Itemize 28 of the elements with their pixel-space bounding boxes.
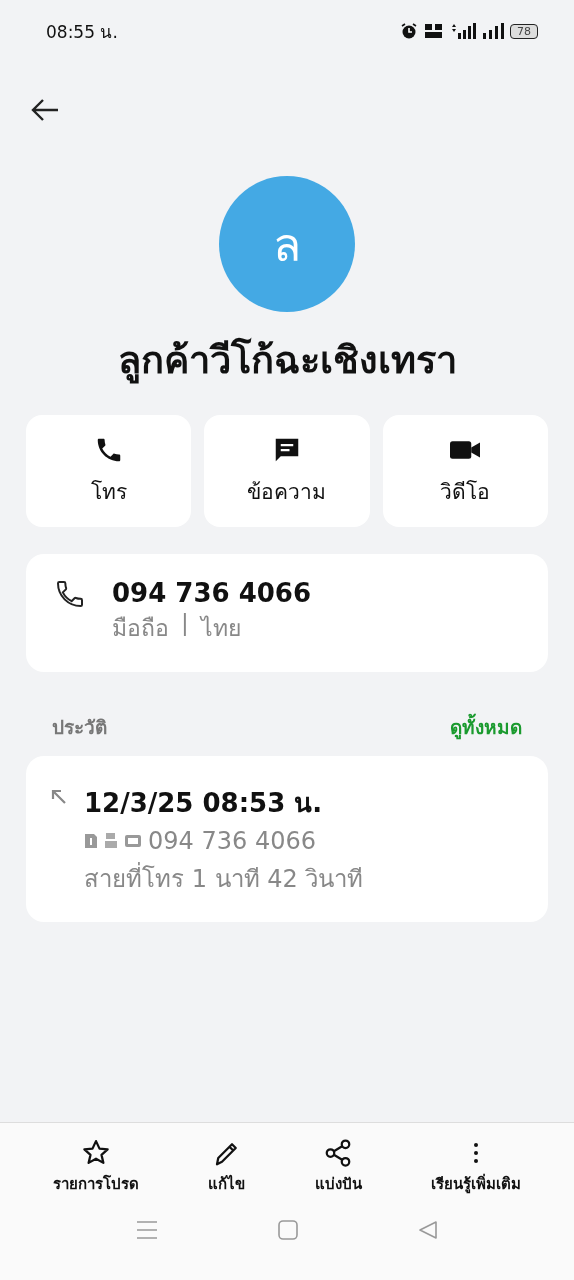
menu-icon[interactable] bbox=[136, 1220, 158, 1240]
alarm-icon bbox=[400, 22, 418, 40]
toolbar-button[interactable]: แก้ไข bbox=[202, 1137, 252, 1197]
contact-avatar: ล bbox=[219, 176, 355, 312]
phone-type: มือถือ bbox=[112, 614, 169, 644]
battery-indicator: 78 bbox=[510, 23, 538, 39]
sim-icon bbox=[84, 833, 98, 850]
phone-card[interactable]: 094 736 4066 มือถือ | ไทย bbox=[26, 554, 548, 673]
section-title: ประวัติ bbox=[52, 715, 107, 741]
contact-name: ลูกค้าวีโก้ฉะเชิงเทรา bbox=[117, 336, 457, 386]
separator: | bbox=[181, 610, 189, 639]
call-duration: สายที่โทร 1 นาที 42 วินาที bbox=[84, 859, 364, 899]
phone-number: 094 736 4066 bbox=[112, 578, 311, 609]
action-button[interactable]: โทร bbox=[26, 415, 192, 528]
call-datetime: 12/3/25 08:53 น. bbox=[84, 787, 324, 821]
home-icon[interactable] bbox=[278, 1220, 298, 1240]
status-time: 08:55 น. bbox=[46, 20, 118, 44]
toolbar-button[interactable]: แบ่งปัน bbox=[308, 1137, 368, 1197]
action-button[interactable]: วิดีโอ bbox=[382, 415, 548, 528]
call-number: 094 736 4066 bbox=[148, 827, 316, 856]
toolbar-button[interactable]: รายการโปรด bbox=[46, 1137, 145, 1197]
action-button[interactable]: ข้อความ bbox=[204, 415, 370, 528]
signal-icon bbox=[482, 22, 504, 40]
call-history-card[interactable]: 12/3/25 08:53 น. 094 736 4066 สายที่โทร 1 นาที 42 วินาที bbox=[26, 756, 548, 923]
toolbar-button[interactable]: เรียนรู้เพิ่มเติม bbox=[425, 1137, 528, 1197]
back-icon[interactable] bbox=[418, 1220, 438, 1240]
signal-icon bbox=[450, 22, 476, 40]
phone-country: ไทย bbox=[200, 614, 241, 644]
